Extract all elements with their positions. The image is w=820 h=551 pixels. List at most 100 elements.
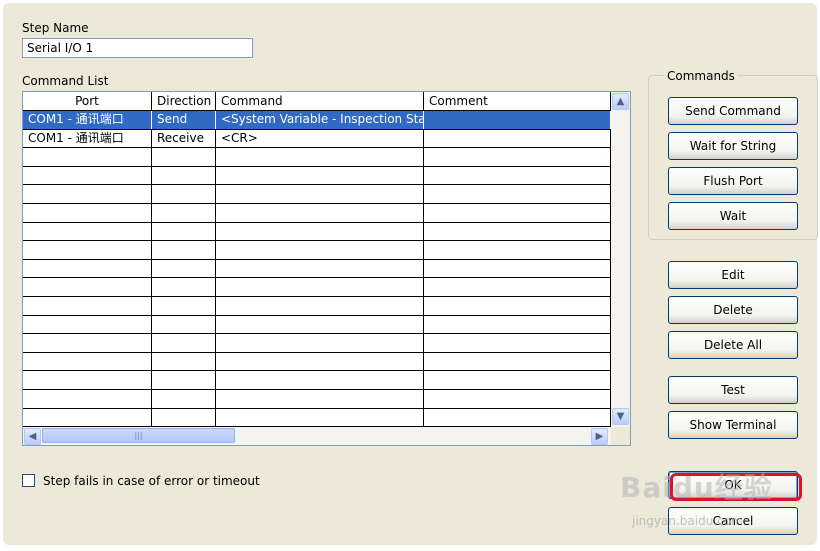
cell-direction — [152, 352, 216, 371]
empty-table-row[interactable] — [23, 389, 611, 409]
cell-port — [23, 166, 152, 185]
cell-direction — [152, 166, 216, 185]
grid-header: Port Direction Command Comment — [23, 92, 611, 111]
cell-comment — [424, 222, 611, 241]
step-name-input[interactable]: Serial I/O 1 — [22, 38, 253, 58]
watermark-logo: Baidu经验 — [620, 471, 773, 504]
cell-command — [216, 389, 424, 408]
cell-comment — [424, 371, 611, 389]
cell-command — [216, 222, 424, 241]
cell-comment — [424, 148, 611, 166]
empty-table-row[interactable] — [23, 203, 611, 223]
cell-comment — [424, 334, 611, 352]
horizontal-scrollbar[interactable]: ◀ ||| ▶ — [23, 427, 611, 445]
cell-comment — [424, 315, 611, 334]
step-fails-checkbox[interactable] — [22, 474, 35, 487]
cell-command — [216, 334, 424, 352]
cell-port — [23, 371, 152, 389]
cell-comment — [424, 259, 611, 278]
delete-button[interactable]: Delete — [668, 296, 798, 324]
cell-port — [23, 334, 152, 352]
commands-group-title: Commands — [664, 69, 738, 83]
wait-for-string-button[interactable]: Wait for String — [668, 132, 798, 160]
cell-command: <CR> — [216, 129, 424, 148]
step-name-label: Step Name — [22, 21, 89, 35]
cell-command — [216, 203, 424, 222]
grid-rows: COM1 - 通讯端口 Send <System Variable - Inspec… — [23, 111, 611, 428]
empty-table-row[interactable] — [23, 408, 611, 428]
show-terminal-button[interactable]: Show Terminal — [668, 411, 798, 439]
send-command-button[interactable]: Send Command — [668, 97, 798, 125]
empty-table-row[interactable] — [23, 352, 611, 372]
cell-port — [23, 352, 152, 371]
cell-direction — [152, 408, 216, 427]
empty-table-row[interactable] — [23, 222, 611, 242]
cell-direction — [152, 371, 216, 389]
watermark-url: jingyan.baidu.com — [632, 514, 743, 528]
cell-port — [23, 278, 152, 296]
scroll-down-icon[interactable]: ▼ — [612, 408, 629, 425]
cell-comment — [424, 129, 611, 148]
cell-command — [216, 278, 424, 296]
cell-comment — [424, 166, 611, 185]
cell-port — [23, 315, 152, 334]
cell-comment — [424, 241, 611, 259]
cell-command — [216, 352, 424, 371]
table-row[interactable]: COM1 - 通讯端口 Send <System Variable - Inspec… — [23, 111, 611, 130]
command-list-grid[interactable]: Port Direction Command Comment COM1 - 通讯… — [22, 91, 631, 446]
cell-port — [23, 185, 152, 203]
cell-direction — [152, 148, 216, 166]
cell-port: COM1 - 通讯端口 — [23, 129, 152, 148]
empty-table-row[interactable] — [23, 371, 611, 390]
cell-command — [216, 166, 424, 185]
empty-table-row[interactable] — [23, 166, 611, 186]
cell-port — [23, 259, 152, 278]
vertical-scrollbar[interactable]: ▲ ▼ — [611, 92, 630, 427]
column-header-command[interactable]: Command — [216, 92, 424, 110]
empty-table-row[interactable] — [23, 185, 611, 204]
empty-table-row[interactable] — [23, 296, 611, 316]
cell-direction: Send — [152, 111, 216, 129]
scrollbar-corner — [611, 427, 630, 445]
horizontal-scroll-thumb[interactable]: ||| — [42, 428, 235, 443]
cell-command — [216, 241, 424, 259]
cell-port — [23, 408, 152, 427]
cell-direction — [152, 203, 216, 222]
scroll-right-icon[interactable]: ▶ — [591, 428, 608, 445]
column-header-comment[interactable]: Comment — [424, 92, 611, 110]
empty-table-row[interactable] — [23, 315, 611, 335]
scroll-left-icon[interactable]: ◀ — [24, 428, 41, 445]
cell-comment — [424, 111, 611, 129]
empty-table-row[interactable] — [23, 148, 611, 167]
column-header-port[interactable]: Port — [23, 92, 152, 110]
cell-command — [216, 148, 424, 166]
scroll-up-icon[interactable]: ▲ — [612, 93, 629, 110]
command-list-label: Command List — [22, 74, 109, 88]
delete-all-button[interactable]: Delete All — [668, 331, 798, 359]
cell-command — [216, 408, 424, 427]
cell-port — [23, 222, 152, 241]
column-header-direction[interactable]: Direction — [152, 92, 216, 110]
edit-button[interactable]: Edit — [668, 261, 798, 289]
empty-table-row[interactable] — [23, 278, 611, 297]
cell-command — [216, 296, 424, 315]
cell-direction: Receive — [152, 129, 216, 148]
test-button[interactable]: Test — [668, 376, 798, 404]
cell-comment — [424, 352, 611, 371]
wait-button[interactable]: Wait — [668, 202, 798, 230]
flush-port-button[interactable]: Flush Port — [668, 167, 798, 195]
cell-direction — [152, 278, 216, 296]
empty-table-row[interactable] — [23, 259, 611, 279]
cell-direction — [152, 315, 216, 334]
empty-table-row[interactable] — [23, 241, 611, 260]
cell-port — [23, 203, 152, 222]
cell-comment — [424, 408, 611, 427]
cell-comment — [424, 278, 611, 296]
cell-port — [23, 296, 152, 315]
cell-command — [216, 315, 424, 334]
empty-table-row[interactable] — [23, 334, 611, 353]
cell-direction — [152, 185, 216, 203]
cell-command — [216, 371, 424, 389]
cell-direction — [152, 389, 216, 408]
table-row[interactable]: COM1 - 通讯端口 Receive <CR> — [23, 129, 611, 149]
